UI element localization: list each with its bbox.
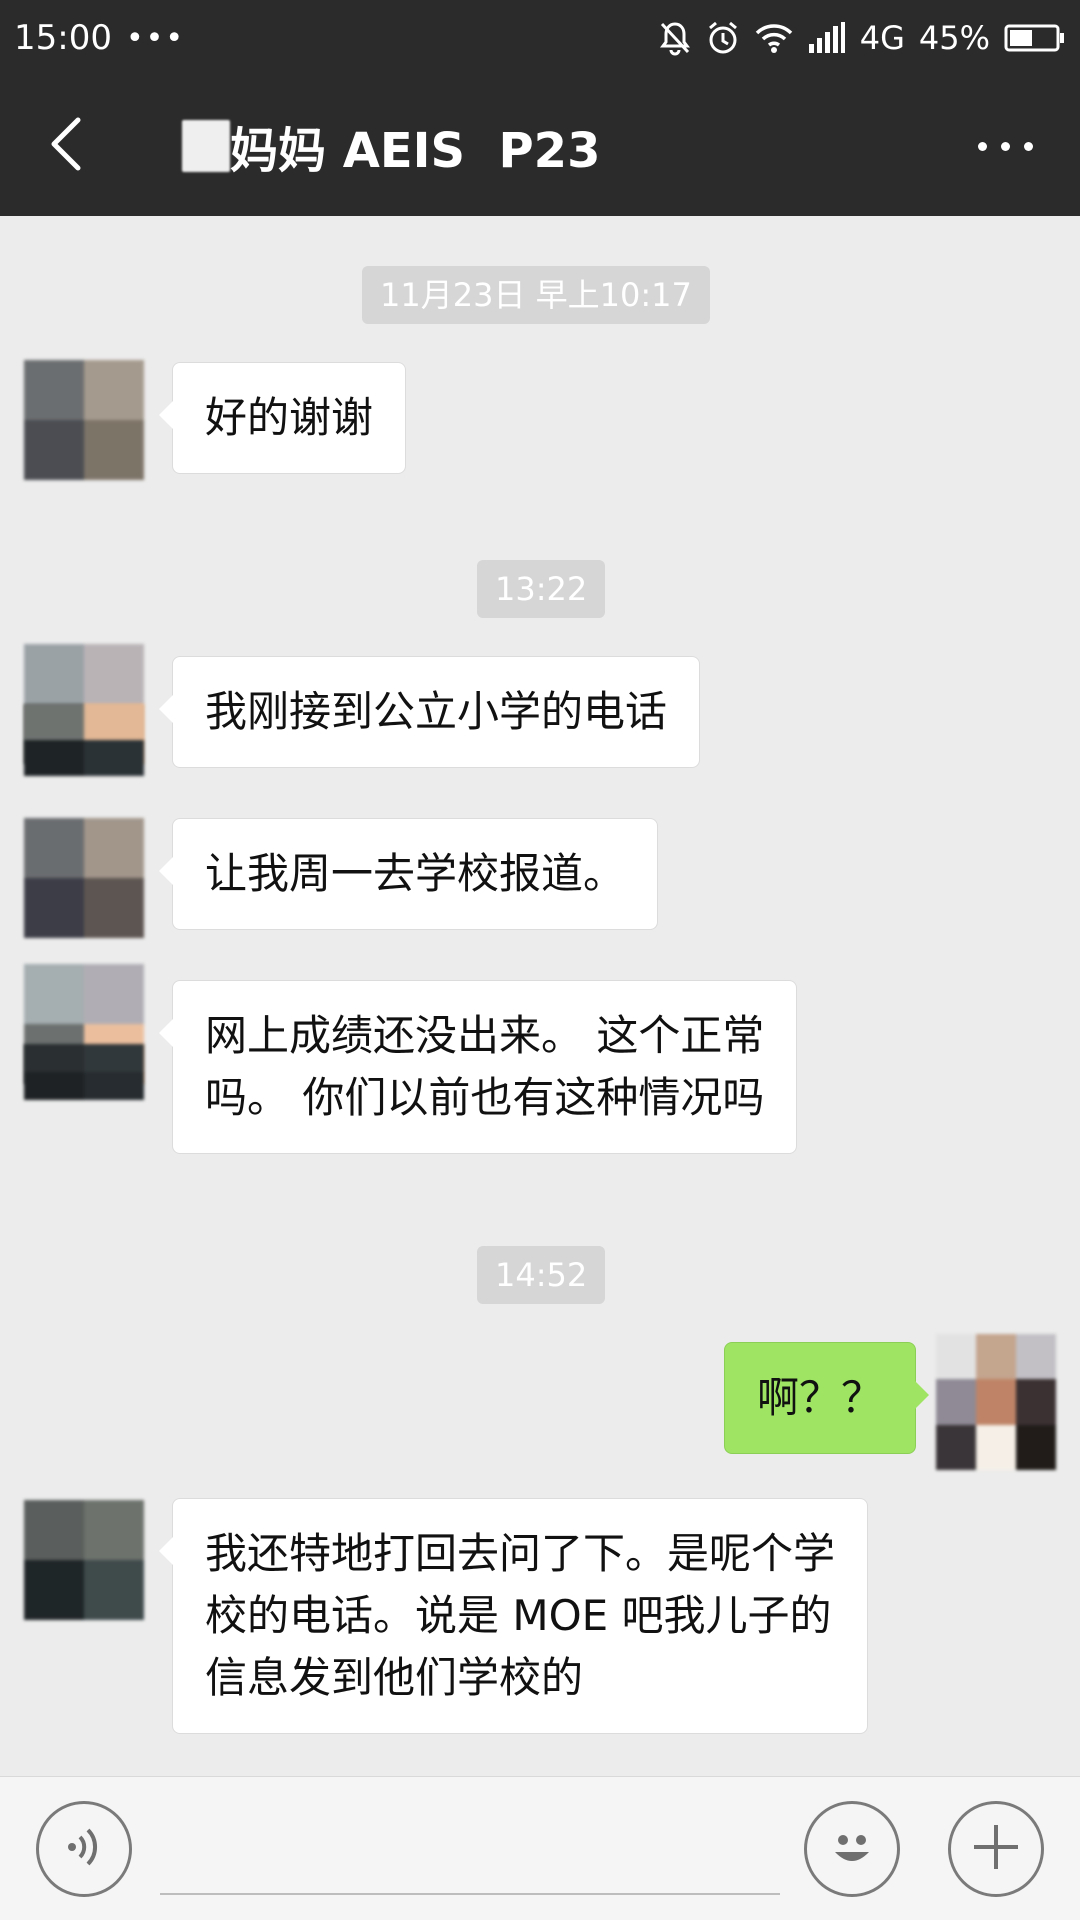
status-bar: 15:00 ••• 4G 45% — [0, 0, 1080, 76]
message-bubble[interactable]: 我刚接到公立小学的电话 — [158, 656, 701, 768]
plus-button[interactable] — [948, 1801, 1044, 1897]
message-text-line: 信息发到他们学校的 — [205, 1653, 584, 1702]
battery-percent: 45% — [918, 19, 990, 57]
status-time: 15:00 — [14, 18, 112, 58]
signal-icon — [808, 22, 846, 54]
message-text-line: 校的电话。说是 MOE 吧我儿子的 — [205, 1591, 832, 1640]
status-dots: ••• — [125, 20, 186, 56]
avatar-lower — [24, 1044, 144, 1100]
emoji-icon — [821, 1816, 883, 1882]
message-text: 我刚接到公立小学的电话 — [205, 687, 668, 736]
message-text-line: 网上成绩还没出来。 这个正常 — [205, 1011, 765, 1060]
message-bubble[interactable]: 网上成绩还没出来。 这个正常 吗。 你们以前也有这种情况吗 — [158, 980, 798, 1154]
avatar-lower — [24, 704, 144, 776]
timestamp: 14:52 — [477, 1246, 606, 1304]
input-bar — [0, 1776, 1080, 1920]
alarm-icon — [706, 20, 740, 56]
back-chevron-icon — [48, 116, 84, 176]
battery-icon — [1004, 23, 1066, 53]
message-text-line: 吗。 你们以前也有这种情况吗 — [205, 1073, 765, 1122]
message-text-line: 我还特地打回去问了下。是呢个学 — [205, 1529, 836, 1578]
avatar-self[interactable] — [936, 1334, 1056, 1470]
message-bubble-outgoing[interactable]: 啊？？ — [724, 1342, 930, 1454]
avatar[interactable] — [24, 1500, 144, 1620]
message-bubble[interactable]: 我还特地打回去问了下。是呢个学 校的电话。说是 MOE 吧我儿子的 信息发到他们… — [158, 1498, 869, 1734]
message-bubble[interactable]: 好的谢谢 — [158, 362, 407, 474]
back-button[interactable] — [30, 110, 102, 182]
wifi-icon — [754, 22, 794, 54]
voice-button[interactable] — [36, 1801, 132, 1897]
voice-icon — [64, 1825, 104, 1873]
plus-icon — [968, 1819, 1024, 1879]
message-bubble[interactable]: 让我周一去学校报道。 — [158, 818, 659, 930]
mute-bell-icon — [658, 20, 692, 56]
message-text: 啊？？ — [757, 1373, 884, 1422]
more-dots-icon — [977, 141, 1033, 151]
network-type: 4G — [859, 19, 905, 57]
timestamp: 13:22 — [477, 560, 606, 618]
chat-header: 妈妈 AEIS P23 — [0, 76, 1080, 216]
message-text: 让我周一去学校报道。 — [205, 849, 626, 898]
chat-title: 妈妈 AEIS P23 — [230, 123, 601, 179]
emoji-button[interactable] — [804, 1801, 900, 1897]
timestamp: 11月23日 早上10:17 — [362, 266, 710, 324]
chat-title-wrap: 妈妈 AEIS P23 — [182, 116, 600, 179]
more-button[interactable] — [970, 116, 1040, 176]
chat-screen: 15:00 ••• 4G 45% 妈妈 AEIS P23 11月23日 早上10… — [0, 0, 1080, 1920]
avatar[interactable] — [24, 360, 144, 480]
avatar[interactable] — [24, 818, 144, 938]
redacted-name — [182, 120, 230, 172]
message-input[interactable] — [160, 1807, 780, 1895]
message-text: 好的谢谢 — [205, 393, 374, 442]
status-icons: 4G 45% — [658, 19, 1066, 57]
